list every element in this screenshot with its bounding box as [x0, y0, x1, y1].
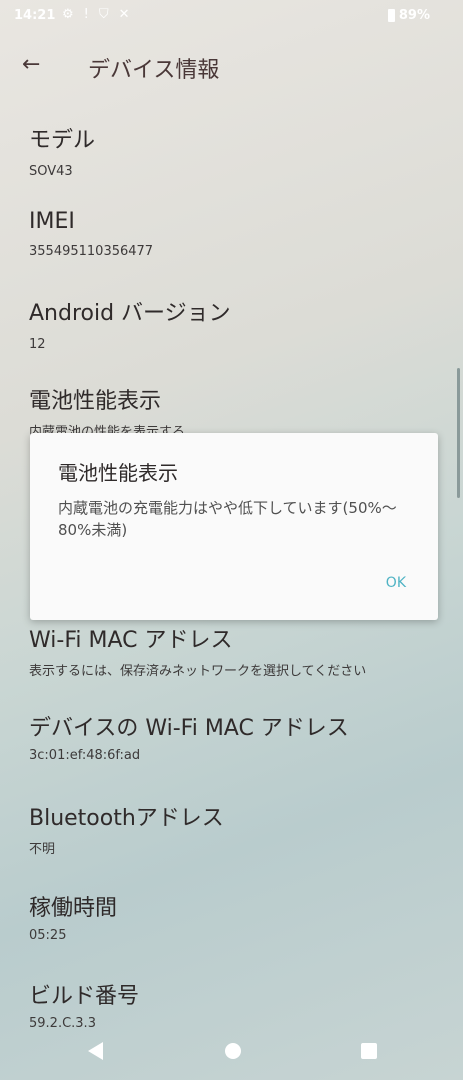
list-item-imei[interactable]: IMEI 355495110356477 — [29, 209, 459, 259]
item-value: 表示するには、保存済みネットワークを選択してください — [29, 664, 367, 679]
item-value: 不明 — [29, 842, 56, 857]
battery-info-dialog: 電池性能表示 内蔵電池の充電能力はやや低下しています(50%〜80%未満) OK — [30, 433, 438, 620]
list-item-build-number[interactable]: ビルド番号 59.2.C.3.3 — [29, 978, 459, 1031]
item-title: IMEI — [29, 209, 75, 234]
item-value: 355495110356477 — [29, 244, 154, 259]
list-item-bluetooth-address[interactable]: Bluetoothアドレス 不明 — [29, 800, 459, 857]
list-item-model[interactable]: モデル SOV43 — [29, 122, 459, 179]
battery-level: 89% — [398, 8, 430, 23]
ok-button[interactable]: OK — [386, 575, 406, 591]
item-title: デバイスの Wi-Fi MAC アドレス — [29, 716, 349, 741]
item-value: 12 — [29, 337, 46, 352]
item-value: 05:25 — [29, 928, 67, 943]
back-arrow-icon[interactable]: ← — [22, 52, 40, 77]
item-title: ビルド番号 — [29, 984, 140, 1009]
item-title: Android バージョン — [29, 301, 231, 326]
status-time: 14:21 — [14, 8, 56, 23]
item-title: Bluetoothアドレス — [29, 806, 224, 831]
list-item-android-version[interactable]: Android バージョン 12 — [29, 295, 459, 352]
dialog-title: 電池性能表示 — [58, 461, 178, 485]
item-value: 3c:01:ef:48:6f:ad — [29, 748, 141, 763]
item-title: 電池性能表示 — [29, 389, 162, 414]
tools-icon: ✕ — [118, 7, 130, 22]
item-title: 稼働時間 — [29, 896, 118, 921]
list-item-wifi-mac[interactable]: Wi-Fi MAC アドレス 表示するには、保存済みネットワークを選択してくださ… — [29, 622, 459, 679]
nav-home-icon[interactable] — [225, 1043, 241, 1059]
nav-recents-icon[interactable] — [361, 1043, 377, 1059]
status-bar: 14:21 ⚙ ! ⛉ ✕ 89% — [0, 0, 463, 34]
page-title: デバイス情報 — [88, 58, 220, 83]
alert-icon: ! — [83, 7, 89, 22]
battery-indicator: 89% — [387, 8, 430, 23]
list-item-uptime[interactable]: 稼働時間 05:25 — [29, 890, 459, 943]
list-item-device-wifi-mac[interactable]: デバイスの Wi-Fi MAC アドレス 3c:01:ef:48:6f:ad — [29, 710, 459, 763]
item-title: Wi-Fi MAC アドレス — [29, 628, 233, 653]
nav-back-icon[interactable] — [88, 1042, 103, 1060]
item-value: SOV43 — [29, 164, 73, 179]
item-title: モデル — [29, 128, 96, 153]
gear-icon: ⚙ — [62, 7, 74, 22]
dialog-message: 内蔵電池の充電能力はやや低下しています(50%〜80%未満) — [58, 499, 397, 539]
app-bar: ← デバイス情報 — [0, 42, 463, 90]
battery-icon — [387, 9, 395, 22]
list-item-battery-performance[interactable]: 電池性能表示 内蔵電池の性能を表示する — [29, 383, 459, 440]
navigation-bar — [0, 1025, 463, 1080]
shield-icon: ⛉ — [98, 7, 109, 22]
status-icons: ⚙ ! ⛉ ✕ — [62, 7, 130, 22]
scrollbar[interactable] — [457, 368, 460, 498]
